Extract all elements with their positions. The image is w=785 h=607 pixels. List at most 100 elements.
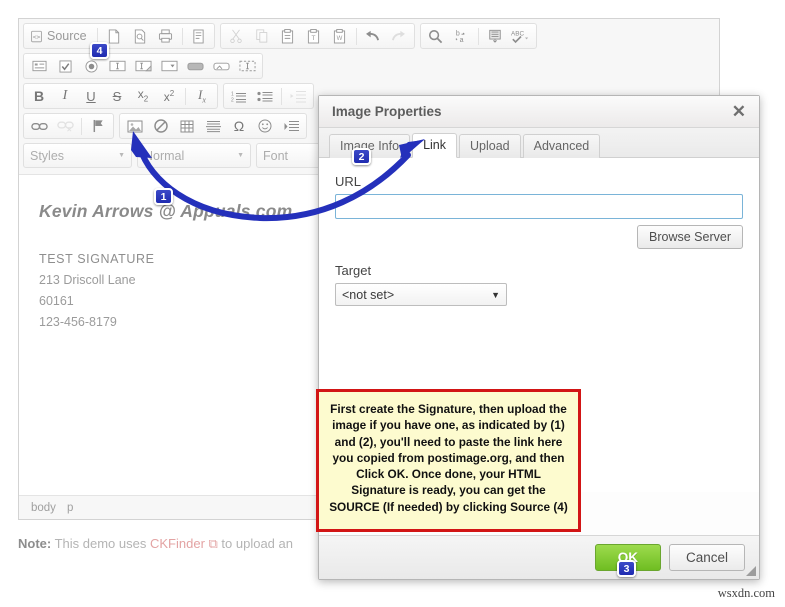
replace-button[interactable]: ba [449, 25, 475, 47]
link-button[interactable] [26, 115, 52, 137]
print-button[interactable] [153, 25, 179, 47]
templates-icon [192, 29, 205, 44]
undo-arrow-icon [365, 30, 380, 43]
smiley-button[interactable] [252, 115, 278, 137]
cut-button[interactable] [223, 25, 249, 47]
hidden-field-icon [238, 60, 256, 72]
italic-button[interactable]: I [52, 85, 78, 107]
paste-button[interactable] [275, 25, 301, 47]
checkbox-button[interactable] [52, 55, 78, 77]
paste-word-icon: W [333, 28, 346, 44]
numbered-list-button[interactable]: 12 [226, 85, 252, 107]
source-icon: <> [30, 30, 43, 43]
subscript-button[interactable]: x2 [130, 85, 156, 107]
paste-text-button[interactable]: T [301, 25, 327, 47]
note-prefix: Note: [18, 536, 52, 551]
svg-text:a: a [460, 37, 464, 44]
page-break-button[interactable] [278, 115, 304, 137]
numbered-list-icon: 12 [231, 90, 247, 103]
ckfinder-link[interactable]: CKFinder [150, 536, 205, 551]
resize-grip-icon[interactable] [746, 566, 756, 576]
select-all-button[interactable] [482, 25, 508, 47]
chevron-down-icon: ▼ [491, 289, 500, 300]
spellcheck-button[interactable]: ABC [508, 25, 534, 47]
flash-button[interactable] [148, 115, 174, 137]
paste-word-button[interactable]: W [327, 25, 353, 47]
image-button-button[interactable] [208, 55, 234, 77]
target-select[interactable]: <not set> ▼ [335, 283, 507, 306]
textarea-icon [134, 60, 152, 72]
redo-button[interactable] [386, 25, 412, 47]
toolbar-separator [181, 27, 183, 45]
anchor-button[interactable] [85, 115, 111, 137]
styles-combo[interactable]: Styles ▼ [23, 143, 132, 168]
select-field-button[interactable] [156, 55, 182, 77]
url-label: URL [335, 174, 362, 189]
target-label: Target [335, 263, 372, 278]
cancel-button[interactable]: Cancel [668, 544, 745, 571]
toolbar-group-clipboard: T W [219, 23, 415, 49]
element-path-body[interactable]: body [31, 502, 56, 514]
form-button[interactable] [26, 55, 52, 77]
toolbar-row-1: <> Source T W b a ABC [23, 23, 715, 49]
replace-icon: ba [454, 29, 469, 44]
text-field-button[interactable] [104, 55, 130, 77]
hidden-field-button[interactable] [234, 55, 260, 77]
target-select-value: <not set> [342, 287, 395, 302]
tab-advanced[interactable]: Advanced [522, 134, 601, 158]
link-icon [30, 121, 48, 132]
checkbox-icon [58, 59, 72, 73]
scissors-icon [229, 29, 243, 43]
annotation-marker-2: 2 [352, 148, 371, 165]
wsxdn-watermark: wsxdn.com [717, 586, 775, 600]
decrease-indent-button[interactable] [285, 85, 311, 107]
table-button[interactable] [174, 115, 200, 137]
copy-button[interactable] [249, 25, 275, 47]
undo-button[interactable] [360, 25, 386, 47]
special-char-button[interactable]: Ω [226, 115, 252, 137]
instruction-callout-text: First create the Signature, then upload … [329, 402, 568, 514]
form-button-button[interactable] [182, 55, 208, 77]
tab-link[interactable]: Link [412, 133, 458, 158]
superscript-button[interactable]: x2 [156, 85, 182, 107]
remove-format-button[interactable]: Ix [189, 85, 215, 107]
toolbar-separator [477, 27, 479, 45]
url-input[interactable] [335, 194, 743, 219]
source-button[interactable]: <> Source [26, 25, 94, 47]
select-field-icon [160, 60, 178, 72]
textarea-button[interactable] [130, 55, 156, 77]
magnifier-icon [428, 29, 443, 44]
paragraph-format-combo-label: Normal [144, 148, 185, 163]
print-icon [158, 29, 173, 43]
radio-icon [84, 59, 98, 73]
preview-button[interactable] [127, 25, 153, 47]
svg-text:2: 2 [231, 97, 234, 103]
paragraph-format-combo[interactable]: Normal ▼ [137, 143, 251, 168]
bold-button[interactable]: B [26, 85, 52, 107]
element-path-p[interactable]: p [67, 502, 73, 514]
image-button[interactable] [122, 115, 148, 137]
toolbar-group-editing: ba ABC [419, 23, 537, 49]
dialog-title-bar[interactable]: Image Properties ✕ [319, 96, 759, 128]
new-page-icon [107, 28, 121, 44]
tab-upload[interactable]: Upload [459, 134, 521, 158]
close-icon[interactable]: ✕ [732, 103, 746, 120]
strike-button[interactable]: S [104, 85, 130, 107]
redo-arrow-icon [391, 30, 406, 43]
unlink-button[interactable] [52, 115, 78, 137]
find-button[interactable] [423, 25, 449, 47]
browse-server-button[interactable]: Browse Server [637, 225, 743, 249]
image-button-icon [212, 61, 230, 72]
select-all-icon [488, 29, 502, 43]
dialog-footer: OK Cancel [319, 535, 759, 579]
copy-icon [255, 29, 269, 43]
toolbar-separator [355, 27, 357, 45]
templates-button[interactable] [186, 25, 212, 47]
toolbar-group-links [23, 113, 114, 139]
bulleted-list-icon [257, 90, 273, 103]
toolbar-separator [185, 87, 186, 105]
underline-button[interactable]: U [78, 85, 104, 107]
horizontal-rule-button[interactable] [200, 115, 226, 137]
chevron-down-icon: ▼ [237, 152, 244, 159]
bulleted-list-button[interactable] [252, 85, 278, 107]
